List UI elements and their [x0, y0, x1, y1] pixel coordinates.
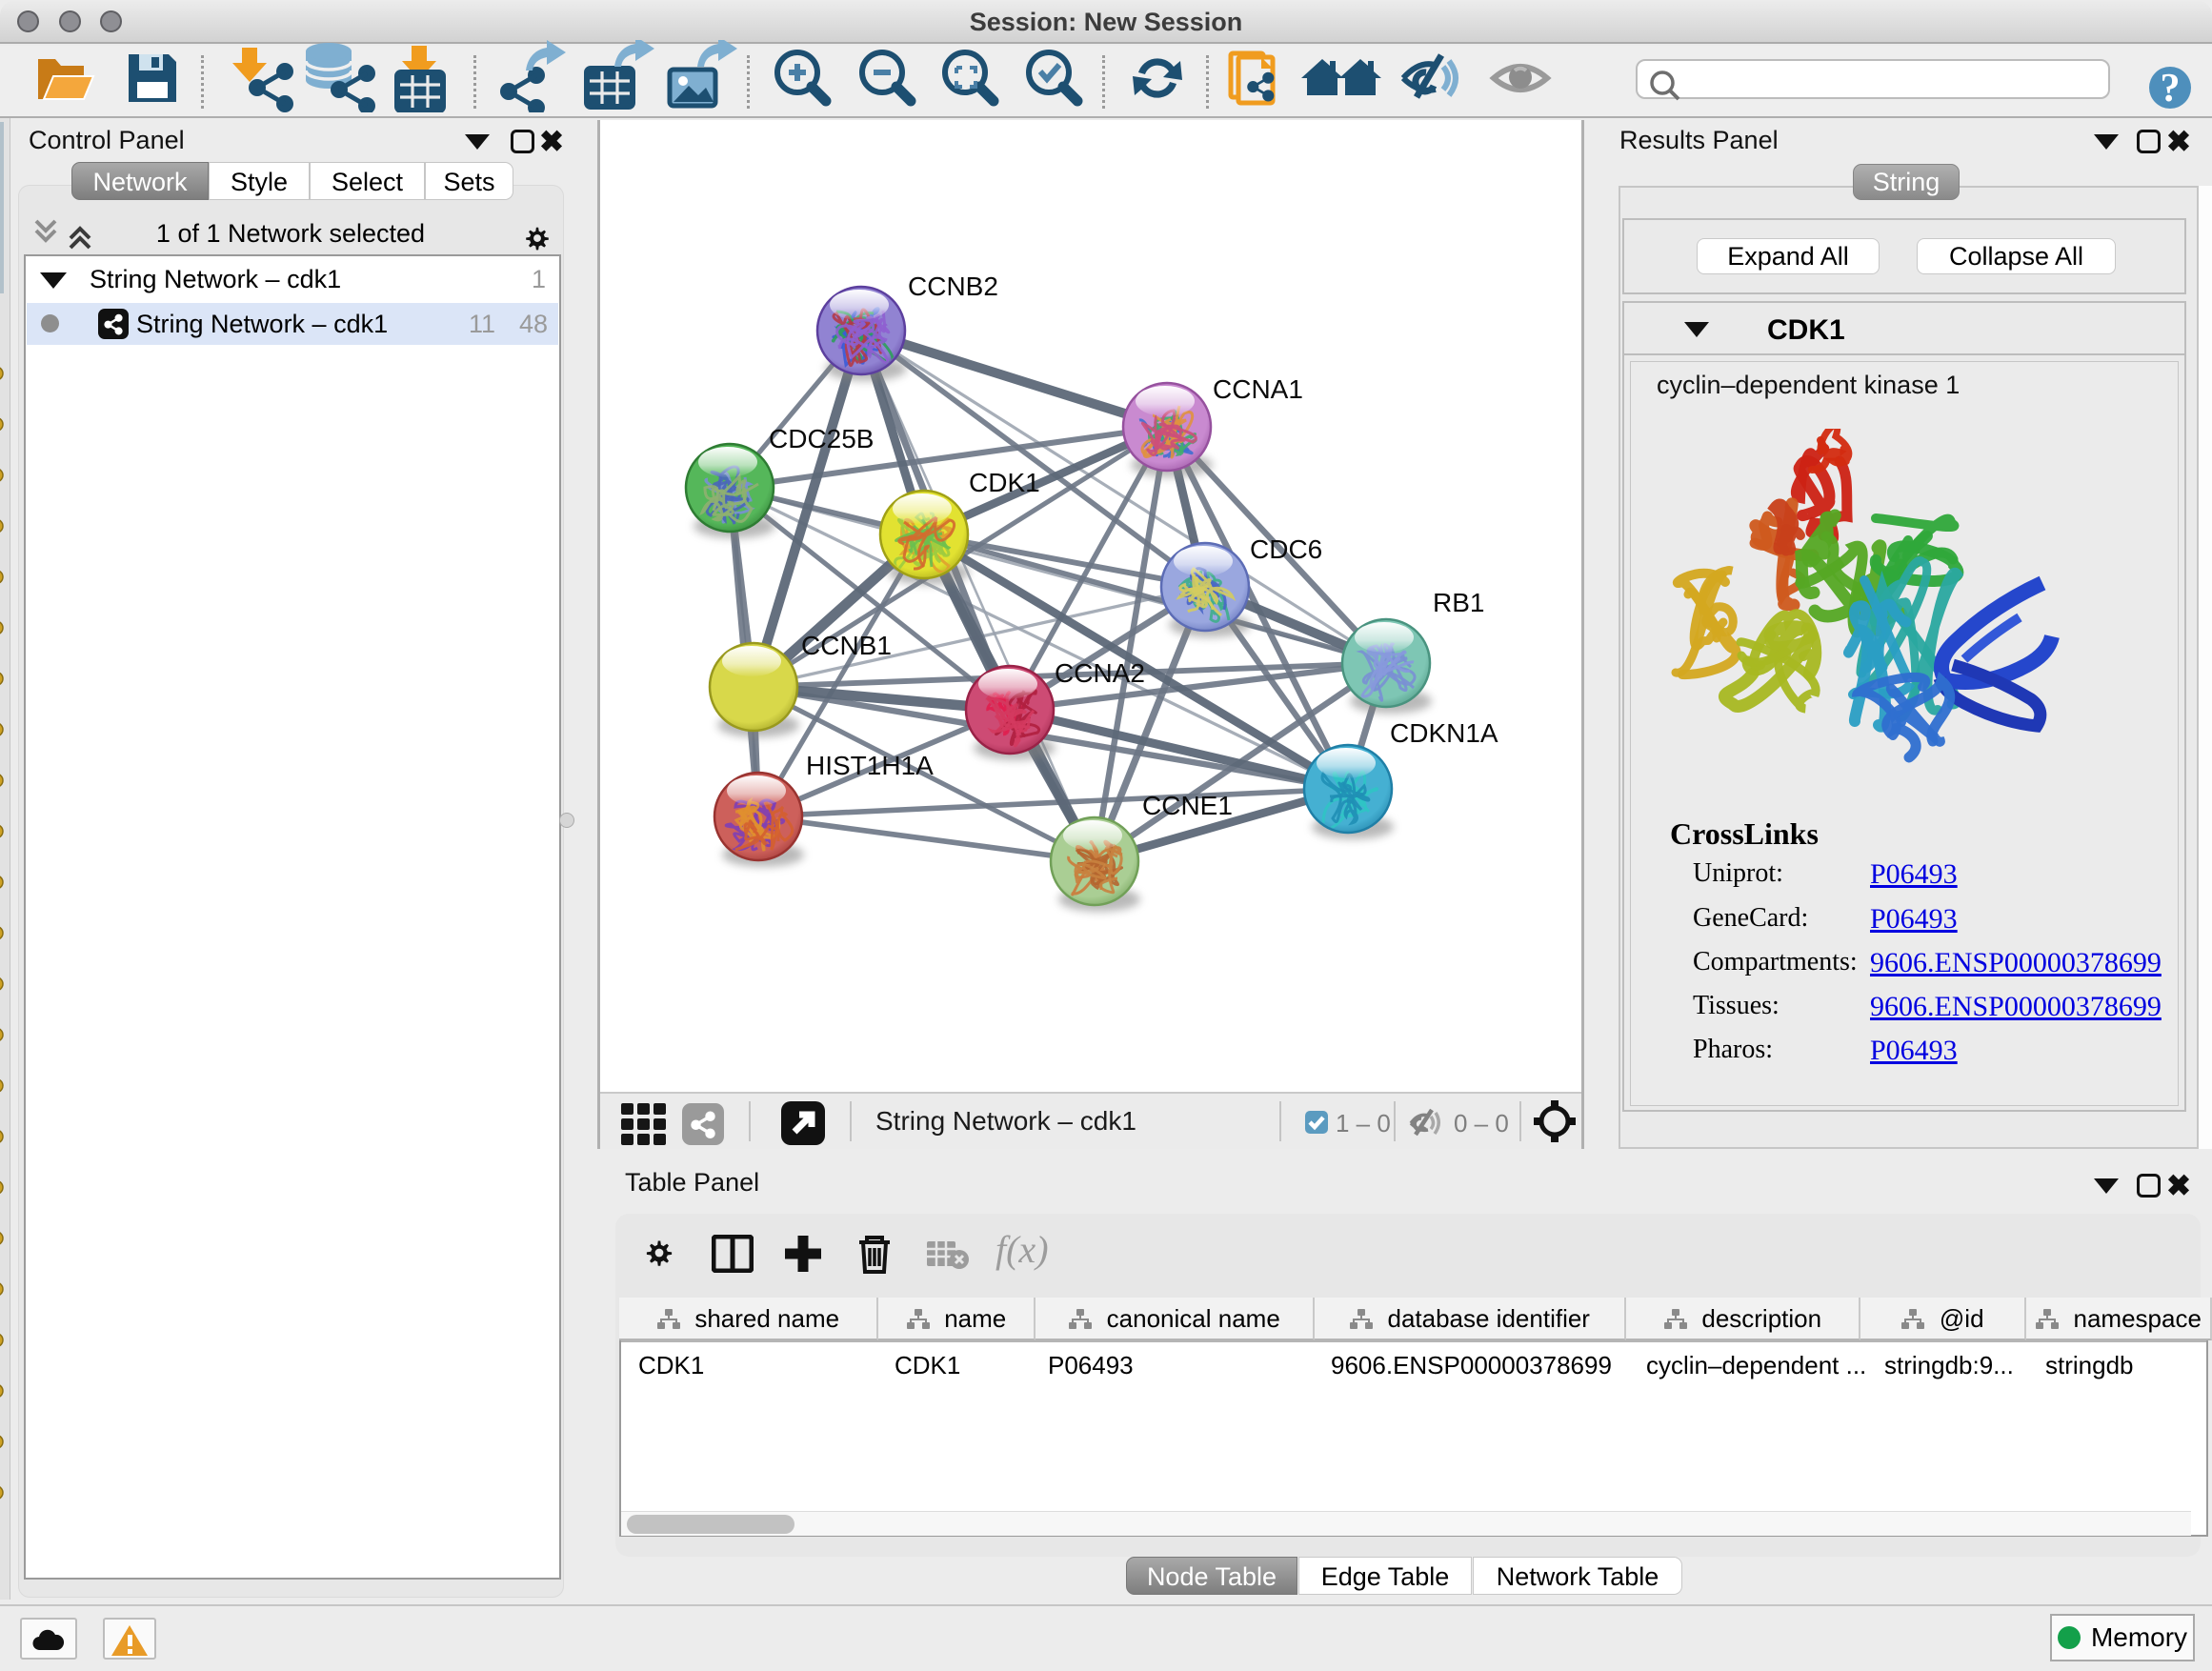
svg-text:CDK1: CDK1 [969, 468, 1040, 497]
svg-text:CCNB2: CCNB2 [908, 272, 998, 301]
svg-text:CCNA1: CCNA1 [1213, 374, 1303, 404]
svg-text:CDC6: CDC6 [1250, 534, 1322, 564]
svg-text:CDC25B: CDC25B [769, 424, 874, 453]
svg-text:CCNA2: CCNA2 [1055, 658, 1145, 688]
svg-text:HIST1H1A: HIST1H1A [806, 751, 934, 780]
svg-text:CCNE1: CCNE1 [1142, 791, 1233, 820]
svg-text:RB1: RB1 [1433, 588, 1484, 617]
svg-text:CDKN1A: CDKN1A [1390, 718, 1498, 748]
svg-text:CCNB1: CCNB1 [801, 631, 892, 660]
